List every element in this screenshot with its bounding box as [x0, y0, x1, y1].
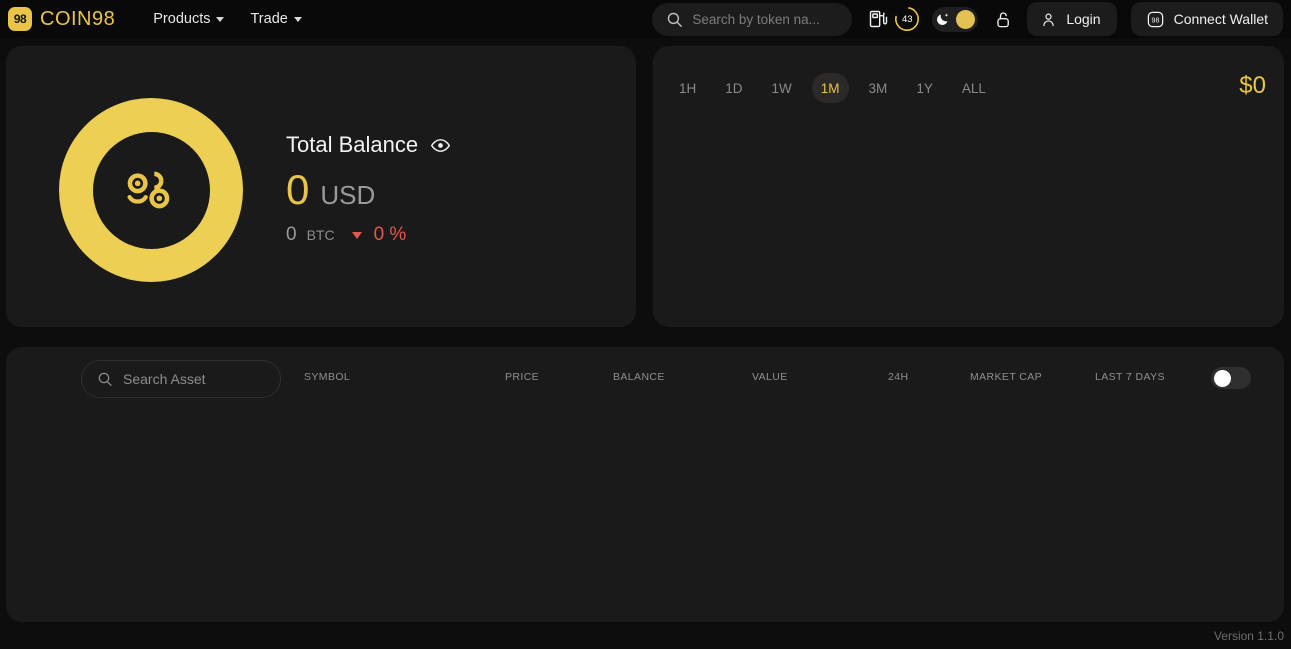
coin98-badge-icon: 98	[1147, 11, 1163, 27]
balance-sub-row: 0 BTC 0 %	[286, 224, 451, 246]
page-title: Total Balance	[286, 132, 419, 157]
column-header-market-cap: MARKET CAP	[970, 371, 1043, 383]
search-icon	[668, 12, 683, 27]
chart-range-1d[interactable]: 1D	[716, 73, 751, 103]
column-header-price: PRICE	[505, 371, 540, 383]
triangle-down-icon	[351, 231, 362, 239]
balance-chart-card: 1H 1D 1W 1M 3M 1Y ALL $0	[653, 46, 1284, 327]
person-icon	[1043, 13, 1055, 26]
assets-table-card: Search Asset SYMBOL PRICE BALANCE VALUE …	[6, 347, 1284, 622]
login-button[interactable]: Login	[1027, 2, 1117, 36]
app-version-label: Version 1.1.0	[1213, 629, 1284, 643]
eye-icon[interactable]	[430, 135, 451, 156]
balance-btc-amount: 0	[286, 224, 297, 245]
total-balance-card: Total Balance 0 USD 0 BTC 0 %	[6, 46, 636, 327]
chart-range-1w[interactable]: 1W	[763, 73, 801, 103]
connect-wallet-label: Connect Wallet	[1173, 11, 1268, 27]
connect-wallet-button[interactable]: 98 Connect Wallet	[1130, 2, 1283, 36]
balance-change-percent: 0 %	[373, 224, 407, 245]
theme-toggle[interactable]	[932, 6, 979, 32]
column-header-balance: BALANCE	[613, 371, 665, 383]
moon-star-icon	[937, 12, 949, 25]
main-nav: Products Trade	[153, 11, 302, 27]
unlocked-padlock-icon[interactable]	[994, 10, 1013, 29]
hide-small-balances-toggle[interactable]	[1211, 367, 1251, 389]
header-actions: Search by token na... 43 Login 98 Connec…	[652, 2, 1291, 36]
toggle-knob	[1214, 369, 1231, 387]
token-search-placeholder: Search by token na...	[692, 11, 820, 27]
balance-amount: 0	[286, 166, 310, 213]
table-column-headers: SYMBOL PRICE BALANCE VALUE 24H MARKET CA…	[6, 371, 1284, 391]
column-header-last-7-days: LAST 7 DAYS	[1095, 371, 1165, 383]
chart-range-1m[interactable]: 1M	[811, 73, 849, 103]
balance-title-row: Total Balance	[286, 132, 451, 158]
nav-item-products[interactable]: Products	[153, 11, 225, 27]
chart-total-value: $0	[1239, 72, 1266, 99]
coin98-logo-icon	[127, 171, 170, 209]
brand-name: COIN98	[40, 7, 116, 30]
chart-range-all[interactable]: ALL	[953, 73, 995, 103]
nav-item-trade[interactable]: Trade	[250, 11, 302, 27]
gas-pump-icon[interactable]	[868, 9, 888, 29]
balance-currency: USD	[320, 180, 376, 210]
gas-count-value: 43	[902, 13, 913, 25]
chevron-down-icon	[216, 16, 225, 22]
token-search-input[interactable]: Search by token na...	[652, 2, 853, 36]
column-header-value: VALUE	[752, 371, 788, 383]
chart-range-tabs: 1H 1D 1W 1M 3M 1Y ALL	[670, 73, 1006, 103]
nav-item-trade-label: Trade	[250, 11, 288, 27]
chart-range-3m[interactable]: 3M	[860, 73, 897, 103]
balance-text-block: Total Balance 0 USD 0 BTC 0 %	[286, 132, 451, 246]
brand-logo[interactable]: 98 COIN98	[8, 7, 115, 31]
app-header: 98 COIN98 Products Trade Search by token…	[0, 0, 1291, 38]
gas-price-indicator[interactable]: 43	[894, 6, 920, 32]
svg-text:98: 98	[1151, 16, 1159, 24]
theme-toggle-knob	[956, 9, 976, 29]
chart-range-1y[interactable]: 1Y	[907, 73, 942, 103]
login-button-label: Login	[1066, 11, 1101, 27]
balance-btc-unit: BTC	[306, 227, 335, 243]
coin98-logo-icon: 98	[8, 7, 32, 31]
column-header-24h: 24H	[888, 371, 909, 383]
balance-amount-row: 0 USD	[286, 169, 451, 211]
brand-badge-text: 98	[13, 12, 27, 26]
chevron-down-icon	[293, 16, 302, 22]
chart-range-1h[interactable]: 1H	[670, 73, 705, 103]
avatar	[59, 98, 243, 282]
avatar-inner	[92, 131, 210, 249]
nav-item-products-label: Products	[153, 11, 211, 27]
column-header-symbol: SYMBOL	[304, 371, 351, 383]
